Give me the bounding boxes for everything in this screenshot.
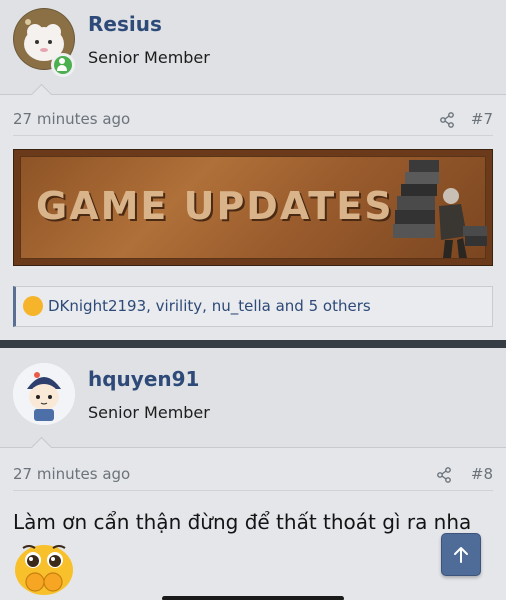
avatar[interactable] <box>13 363 75 425</box>
user-title: Senior Member <box>88 48 210 67</box>
username[interactable]: Resius <box>88 12 162 36</box>
post-meta: 27 minutes ago #7 <box>13 106 493 136</box>
share-icon[interactable] <box>436 467 452 483</box>
post-header: Resius Senior Member <box>0 0 506 95</box>
reactions-list[interactable]: DKnight2193, virility, nu_tella and 5 ot… <box>48 297 371 315</box>
post-meta: 27 minutes ago #8 <box>13 461 493 491</box>
game-updates-banner[interactable]: GAME UPDATES <box>13 149 493 266</box>
banner-text: GAME UPDATES <box>36 184 394 228</box>
post-time[interactable]: 27 minutes ago <box>13 110 130 128</box>
home-indicator[interactable] <box>162 596 344 600</box>
post-header: hquyen91 Senior Member <box>0 348 506 448</box>
man-carrying-boxes-icon <box>393 160 487 258</box>
love-reaction-icon <box>23 296 43 316</box>
username[interactable]: hquyen91 <box>88 367 199 391</box>
online-status-icon <box>51 53 75 77</box>
post-time[interactable]: 27 minutes ago <box>13 465 130 483</box>
reactions-bar[interactable]: DKnight2193, virility, nu_tella and 5 ot… <box>13 286 493 327</box>
arrow-up-icon <box>454 546 468 563</box>
post-divider <box>0 340 506 348</box>
post-number[interactable]: #7 <box>471 110 493 128</box>
share-icon[interactable] <box>439 112 455 128</box>
user-title: Senior Member <box>88 403 210 422</box>
pleading-face-icon <box>15 545 73 595</box>
post-number[interactable]: #8 <box>471 465 493 483</box>
post-content: Làm ơn cẩn thận đừng để thất thoát gì ra… <box>13 510 472 534</box>
scroll-to-top-button[interactable] <box>441 533 481 576</box>
